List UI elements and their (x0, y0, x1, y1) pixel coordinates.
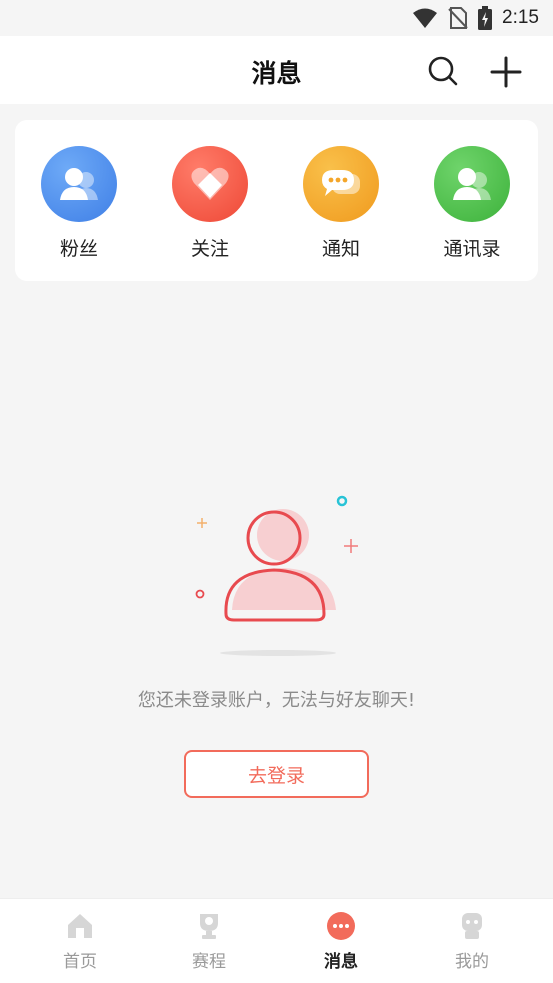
quick-item-fans[interactable]: 粉丝 (29, 146, 129, 266)
status-time: 2:15 (502, 7, 539, 28)
tab-label-schedule: 赛程 (192, 952, 226, 972)
empty-state-message: 您还未登录账户，无法与好友聊天! (137, 690, 416, 711)
tab-label-profile: 我的 (455, 952, 489, 972)
message-icon (327, 912, 355, 940)
profile-icon (462, 913, 482, 939)
header: 消息 (0, 36, 553, 104)
quick-actions-card: 粉丝 关注 通知 通讯录 (15, 120, 538, 281)
heart-icon (172, 146, 248, 222)
status-bar: 2:15 (0, 0, 553, 36)
tab-schedule[interactable]: 赛程 (159, 911, 259, 977)
quick-item-follow[interactable]: 关注 (160, 146, 260, 266)
quick-label-contacts: 通讯录 (443, 238, 501, 260)
tab-messages[interactable]: 消息 (291, 911, 391, 977)
status-icons: 2:15 (412, 6, 539, 30)
quick-item-notice[interactable]: 通知 (291, 146, 391, 266)
contacts-icon (434, 146, 510, 222)
tab-profile[interactable]: 我的 (422, 911, 522, 977)
tab-label-home: 首页 (63, 952, 97, 972)
page-title: 消息 (251, 59, 302, 88)
trophy-icon (200, 914, 218, 939)
tab-label-messages: 消息 (324, 952, 358, 972)
quick-item-contacts[interactable]: 通讯录 (422, 146, 522, 266)
home-icon (68, 914, 92, 938)
search-icon[interactable] (426, 54, 460, 88)
chat-bubble-icon (303, 146, 379, 222)
battery-icon (478, 6, 493, 30)
no-sim-icon (448, 7, 468, 29)
quick-label-follow: 关注 (190, 238, 229, 260)
tab-home[interactable]: 首页 (30, 911, 130, 977)
login-button[interactable]: 去登录 (184, 750, 369, 798)
wifi-icon (413, 8, 438, 28)
user-placeholder-icon (195, 495, 358, 656)
quick-label-fans: 粉丝 (59, 238, 98, 260)
add-icon[interactable] (488, 54, 524, 90)
quick-label-notice: 通知 (321, 238, 360, 260)
fans-icon (41, 146, 117, 222)
bottom-tab-bar: 首页 赛程 消息 我的 (0, 898, 553, 983)
